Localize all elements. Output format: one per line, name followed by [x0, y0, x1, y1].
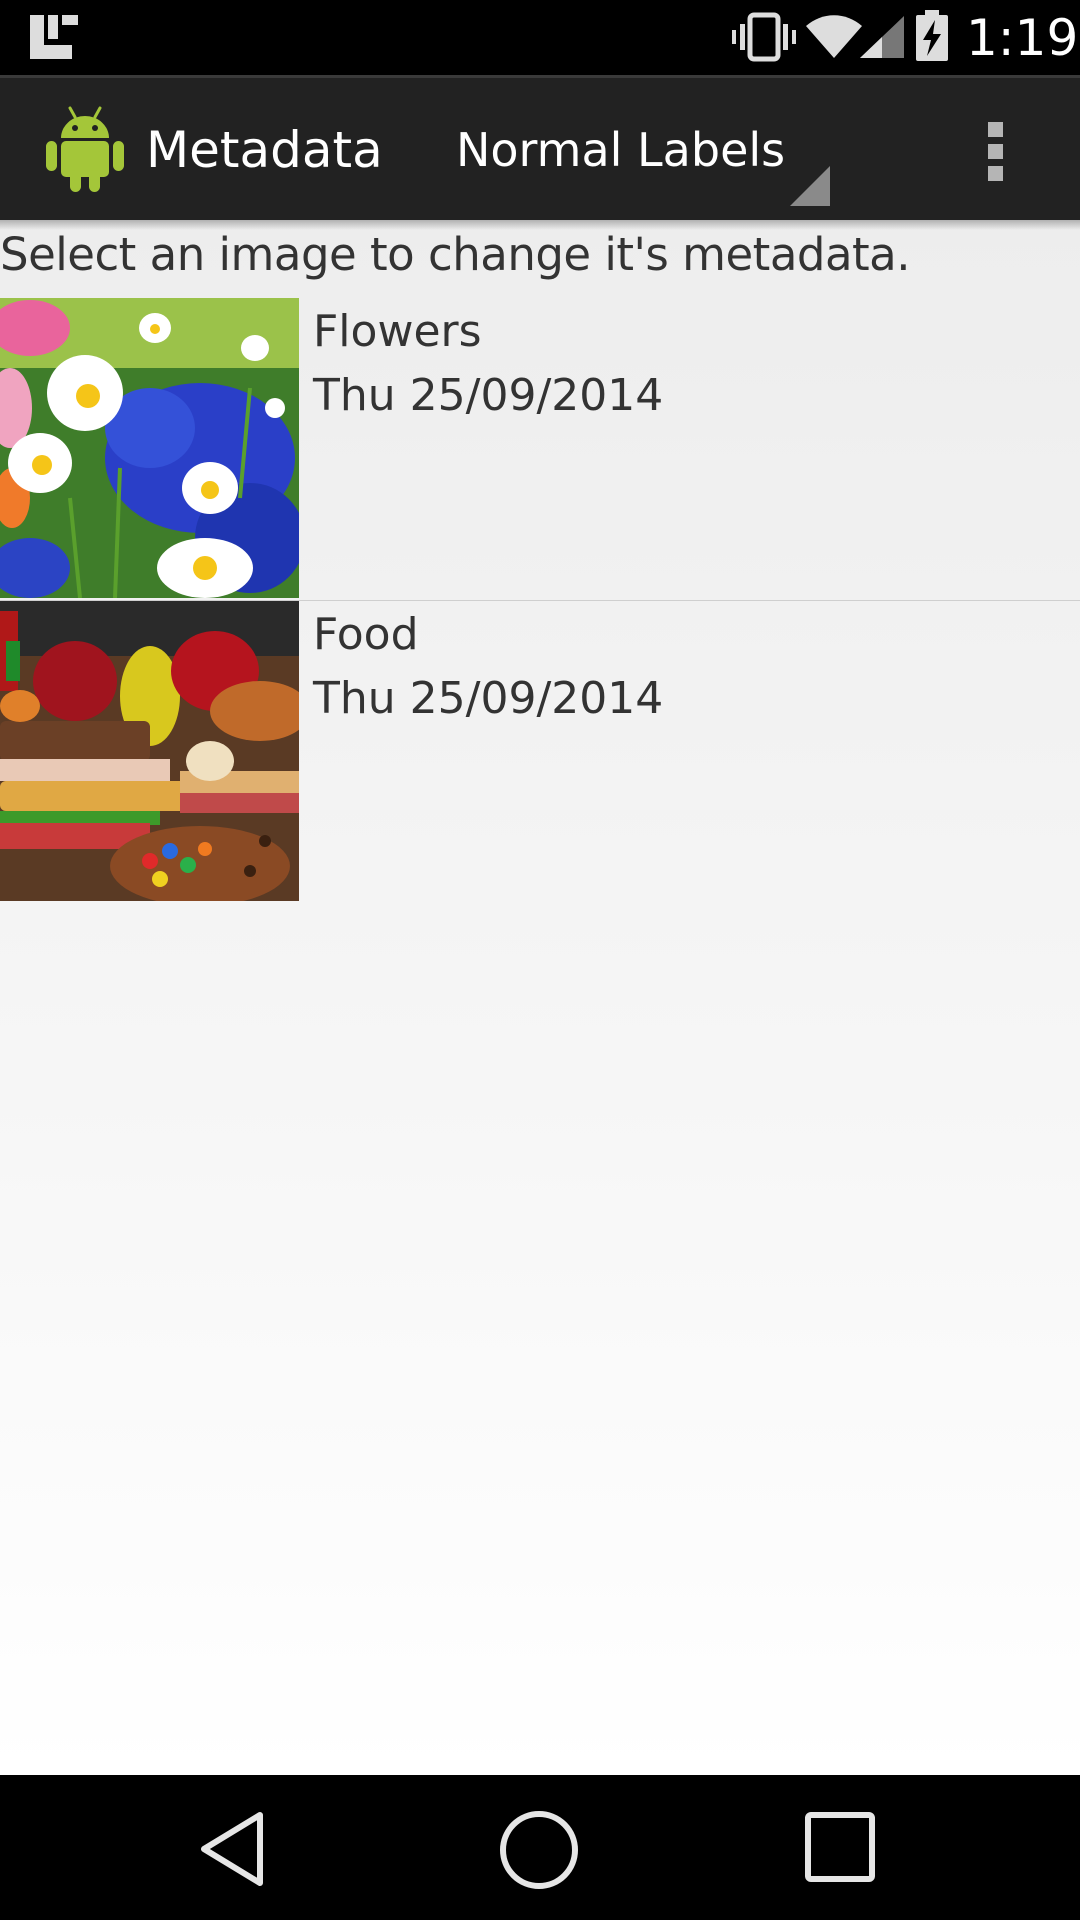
- instructions-text: Select an image to change it's metadata.: [0, 228, 911, 281]
- item-date: Thu 25/09/2014: [313, 673, 664, 724]
- vibrate-icon: [732, 12, 796, 62]
- item-date: Thu 25/09/2014: [313, 370, 664, 421]
- more-vert-icon[interactable]: [960, 114, 1032, 188]
- label-mode-spinner[interactable]: Normal Labels: [440, 78, 830, 223]
- recents-icon[interactable]: [802, 1809, 878, 1885]
- food-thumbnail: [0, 601, 299, 901]
- home-icon[interactable]: [498, 1809, 580, 1891]
- status-clock: 1:19: [966, 9, 1079, 67]
- navigation-bar: [0, 1775, 1080, 1920]
- spinner-selected-label: Normal Labels: [456, 123, 786, 177]
- android-icon[interactable]: [44, 104, 126, 194]
- item-title: Flowers: [313, 306, 482, 357]
- wifi-icon: [806, 15, 862, 58]
- status-bar: 1:19: [0, 0, 1080, 75]
- flowers-thumbnail: [0, 298, 299, 598]
- notification-icon: [30, 15, 78, 59]
- app-title: Metadata: [146, 121, 383, 179]
- main-content: Select an image to change it's metadata.: [0, 220, 1080, 1775]
- image-list: Flowers Thu 25/09/2014 Food Thu 25/09/20…: [0, 298, 1080, 901]
- list-item-food[interactable]: Food Thu 25/09/2014: [0, 601, 1080, 901]
- item-title: Food: [313, 609, 419, 660]
- back-icon[interactable]: [196, 1809, 276, 1889]
- action-bar: Metadata Normal Labels: [0, 75, 1080, 220]
- battery-charging-icon: [916, 10, 948, 61]
- dropdown-triangle-icon: [790, 166, 830, 206]
- list-item-flowers[interactable]: Flowers Thu 25/09/2014: [0, 298, 1080, 598]
- signal-icon: [860, 16, 904, 58]
